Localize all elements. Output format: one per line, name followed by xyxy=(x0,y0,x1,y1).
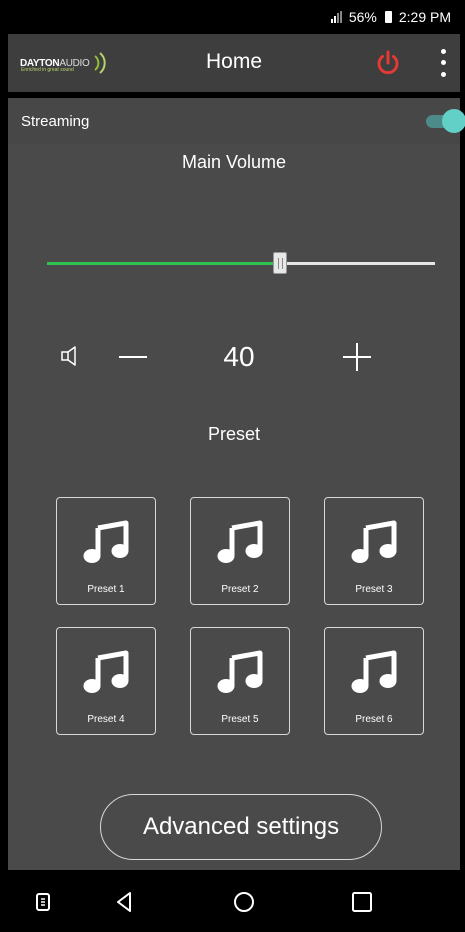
main-panel: Main Volume 40 Preset Preset 1 Preset 2 xyxy=(8,144,460,870)
menu-dot-icon xyxy=(440,71,446,77)
music-note-icon xyxy=(82,648,132,696)
app-bar: DAYTONAUDIO Enriched in great sound Home xyxy=(8,34,460,92)
streaming-toggle[interactable] xyxy=(426,109,465,133)
music-note-icon xyxy=(350,648,400,696)
music-note-icon xyxy=(216,518,266,566)
volume-value: 40 xyxy=(223,341,255,372)
system-nav-bar xyxy=(0,870,465,932)
battery-icon xyxy=(384,11,392,23)
preset-label: Preset 1 xyxy=(87,584,125,595)
recent-apps-drawer-icon[interactable] xyxy=(30,890,56,914)
preset-label: Preset 5 xyxy=(221,714,259,725)
slider-thumb[interactable] xyxy=(272,252,287,274)
home-icon[interactable] xyxy=(231,890,257,914)
app-screen: 56% 2:29 PM DAYTONAUDIO Enriched in grea… xyxy=(0,0,465,932)
menu-dot-icon xyxy=(440,49,446,55)
battery-percent: 56% xyxy=(348,9,377,25)
music-note-icon xyxy=(82,518,132,566)
volume-down-button[interactable] xyxy=(115,341,151,373)
preset-button-3[interactable]: Preset 3 xyxy=(324,497,424,605)
power-icon xyxy=(377,50,399,75)
power-button[interactable] xyxy=(373,48,403,78)
slider-fill xyxy=(47,262,280,265)
overflow-menu-button[interactable] xyxy=(436,46,450,80)
preset-button-6[interactable]: Preset 6 xyxy=(324,627,424,735)
overview-icon[interactable] xyxy=(349,890,375,914)
streaming-label: Streaming xyxy=(21,113,90,130)
preset-label: Preset 4 xyxy=(87,714,125,725)
preset-button-2[interactable]: Preset 2 xyxy=(190,497,290,605)
preset-label: Preset 3 xyxy=(355,584,393,595)
menu-dot-icon xyxy=(440,60,446,66)
toggle-knob xyxy=(442,109,465,133)
preset-grid: Preset 1 Preset 2 Preset 3 Preset 4 Pres… xyxy=(56,497,426,737)
music-note-icon xyxy=(350,518,400,566)
music-note-icon xyxy=(216,648,266,696)
preset-button-5[interactable]: Preset 5 xyxy=(190,627,290,735)
preset-label: Preset 6 xyxy=(355,714,393,725)
preset-button-4[interactable]: Preset 4 xyxy=(56,627,156,735)
preset-title: Preset xyxy=(207,424,261,444)
streaming-row: Streaming xyxy=(8,98,465,144)
preset-label: Preset 2 xyxy=(221,584,259,595)
speaker-icon xyxy=(59,343,87,369)
main-volume-title: Main Volume xyxy=(181,152,287,172)
preset-button-1[interactable]: Preset 1 xyxy=(56,497,156,605)
volume-slider[interactable] xyxy=(47,249,435,279)
back-icon[interactable] xyxy=(112,890,138,914)
clock: 2:29 PM xyxy=(398,9,451,25)
status-bar: 56% 2:29 PM xyxy=(0,0,465,34)
advanced-settings-button[interactable]: Advanced settings xyxy=(100,794,382,860)
signal-icon xyxy=(330,11,342,23)
volume-up-button[interactable] xyxy=(340,341,374,373)
